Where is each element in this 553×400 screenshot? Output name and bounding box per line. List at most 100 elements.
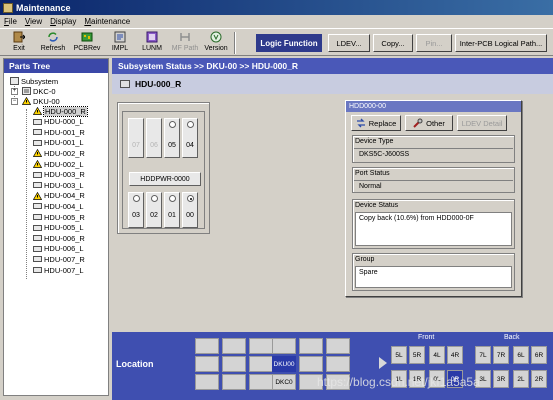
tree-item-hdu-003-r[interactable]: HDU-003_R [33, 170, 85, 180]
exit-button[interactable]: Exit [4, 31, 34, 55]
hdu-front-5r[interactable]: 5R [409, 346, 425, 364]
parts-tree-panel: Parts Tree Subsystem + DKC-0 − DKU-00 HD… [3, 58, 109, 396]
tree-item-hdu-007-r[interactable]: HDU-007_R [33, 254, 85, 264]
menu-view[interactable]: View [25, 17, 42, 26]
tree-item-hdu-000-r[interactable]: HDU-000_R [33, 105, 88, 117]
cabinet-slot [195, 374, 219, 390]
tree-item-dkc-0[interactable]: DKC-0 [22, 86, 56, 96]
slot-radio-selected[interactable] [187, 195, 194, 202]
component-title: HDU-000_R [135, 79, 182, 89]
tree-item-hdu-005-r[interactable]: HDU-005_R [33, 212, 85, 222]
mf-path-button[interactable]: MF Path [170, 31, 200, 55]
hdu-back-2l[interactable]: 2L [513, 370, 529, 388]
hdu-back-2r[interactable]: 2R [531, 370, 547, 388]
other-icon [413, 118, 423, 128]
hdd-slot-05[interactable]: 05 [164, 118, 180, 158]
tree-item-hdu-005-l[interactable]: HDU-005_L [33, 223, 84, 233]
dialog-title: HDD000-00 [346, 101, 521, 112]
refresh-button[interactable]: Refresh [38, 31, 68, 55]
other-button[interactable]: Other [405, 115, 453, 131]
port-status-value: Normal [359, 183, 382, 190]
menu-file[interactable]: File [4, 17, 17, 26]
replace-icon [356, 118, 365, 128]
hddpwr-button[interactable]: HDDPWR-0000 [129, 172, 201, 186]
pin-button[interactable]: Pin... [416, 34, 452, 52]
cabinet-slot [326, 338, 350, 354]
cabinet-dku00[interactable]: DKU00 [272, 356, 296, 372]
tree-item-hdu-002-r[interactable]: HDU-002_R [33, 148, 85, 158]
ldev-button[interactable]: LDEV... [328, 34, 370, 52]
hdu-back-7r[interactable]: 7R [493, 346, 509, 364]
cabinet-slot [326, 356, 350, 372]
hdd-slot-06: 06 [146, 118, 162, 158]
tree-item-hdu-001-l[interactable]: HDU-001_L [33, 138, 84, 148]
copy-button[interactable]: Copy... [373, 34, 413, 52]
hdu-icon [33, 118, 42, 125]
slot-radio[interactable] [151, 195, 158, 202]
menu-maintenance[interactable]: Maintenance [84, 17, 130, 26]
inter-pcb-logical-path-button[interactable]: Inter-PCB Logical Path... [455, 34, 547, 52]
pcbrev-button[interactable]: PCBRev [72, 31, 102, 55]
device-status-label: Device Status [355, 202, 399, 209]
tree-item-hdu-004-r[interactable]: HDU-004_R [33, 191, 85, 201]
tree-item-subsystem[interactable]: Subsystem [10, 76, 58, 86]
hdu-icon [33, 129, 42, 136]
hdd-detail-dialog: HDD000-00 Replace Other LDEV Detail Devi… [345, 100, 522, 297]
front-label: Front [418, 334, 435, 341]
group-divider [354, 148, 513, 149]
impl-icon [114, 31, 126, 43]
breadcrumb: Subsystem Status >> DKU-00 >> HDU-000_R [112, 58, 553, 74]
slot-radio[interactable] [169, 121, 176, 128]
app-icon [3, 2, 13, 13]
replace-button[interactable]: Replace [351, 115, 401, 131]
tree-item-hdu-003-l[interactable]: HDU-003_L [33, 180, 84, 190]
ldev-detail-button[interactable]: LDEV Detail [457, 115, 507, 131]
hdu-icon [33, 224, 42, 231]
tree-item-dku-00[interactable]: DKU-00 [22, 96, 60, 106]
cabinet-slot [222, 374, 246, 390]
hdd-slot-00[interactable]: 00 [182, 192, 198, 228]
hdd-slot-02[interactable]: 02 [146, 192, 162, 228]
device-status-box: Copy back (10.6%) from HDD000-0F [355, 212, 512, 246]
hdu-icon [120, 80, 130, 88]
hdu-back-7l[interactable]: 7L [475, 346, 491, 364]
hdd-slot-03[interactable]: 03 [128, 192, 144, 228]
tree-item-hdu-006-l[interactable]: HDU-006_L [33, 244, 84, 254]
cabinet-slot [249, 338, 273, 354]
hdu-back-6l[interactable]: 6L [513, 346, 529, 364]
hdu-back-3r[interactable]: 3R [493, 370, 509, 388]
tree-item-hdu-006-r[interactable]: HDU-006_R [33, 233, 85, 243]
port-status-group: Port Status Normal [352, 167, 515, 193]
hdu-front-4r[interactable]: 4R [447, 346, 463, 364]
hdu-icon [33, 203, 42, 210]
cabinet-slot [249, 356, 273, 372]
cabinet-dkc0[interactable]: DKC0 [272, 374, 296, 390]
menu-display[interactable]: Display [50, 17, 76, 26]
hdd-slot-04[interactable]: 04 [182, 118, 198, 158]
version-button[interactable]: Version [201, 31, 231, 55]
watermark-text: https://blog.csdn.net/jkf1a5a5a [317, 375, 480, 389]
cabinet-slot [195, 356, 219, 372]
hdu-back-6r[interactable]: 6R [531, 346, 547, 364]
warning-icon [33, 149, 42, 158]
lunm-button[interactable]: LUNM [137, 31, 167, 55]
hdu-front-4l[interactable]: 4L [429, 346, 445, 364]
tree-item-hdu-001-r[interactable]: HDU-001_R [33, 127, 85, 137]
collapse-dku-00[interactable]: − [11, 98, 18, 105]
slot-radio[interactable] [169, 195, 176, 202]
tree-item-hdu-007-l[interactable]: HDU-007_L [33, 265, 84, 275]
port-status-label: Port Status [355, 170, 390, 177]
main-area: Subsystem Status >> DKU-00 >> HDU-000_R … [112, 58, 553, 400]
tree-item-hdu-000-l[interactable]: HDU-000_L [33, 117, 84, 127]
refresh-icon [48, 32, 58, 42]
slot-radio[interactable] [133, 195, 140, 202]
slot-radio[interactable] [187, 121, 194, 128]
impl-button[interactable]: IMPL [105, 31, 135, 55]
tree-item-hdu-002-l[interactable]: HDU-002_L [33, 159, 84, 169]
menu-bar: File View Display Maintenance [0, 15, 553, 28]
expand-dkc-0[interactable]: + [11, 88, 18, 95]
hdd-slot-01[interactable]: 01 [164, 192, 180, 228]
hdu-front-5l[interactable]: 5L [391, 346, 407, 364]
tree-item-hdu-004-l[interactable]: HDU-004_L [33, 201, 84, 211]
hdu-icon [33, 235, 42, 242]
